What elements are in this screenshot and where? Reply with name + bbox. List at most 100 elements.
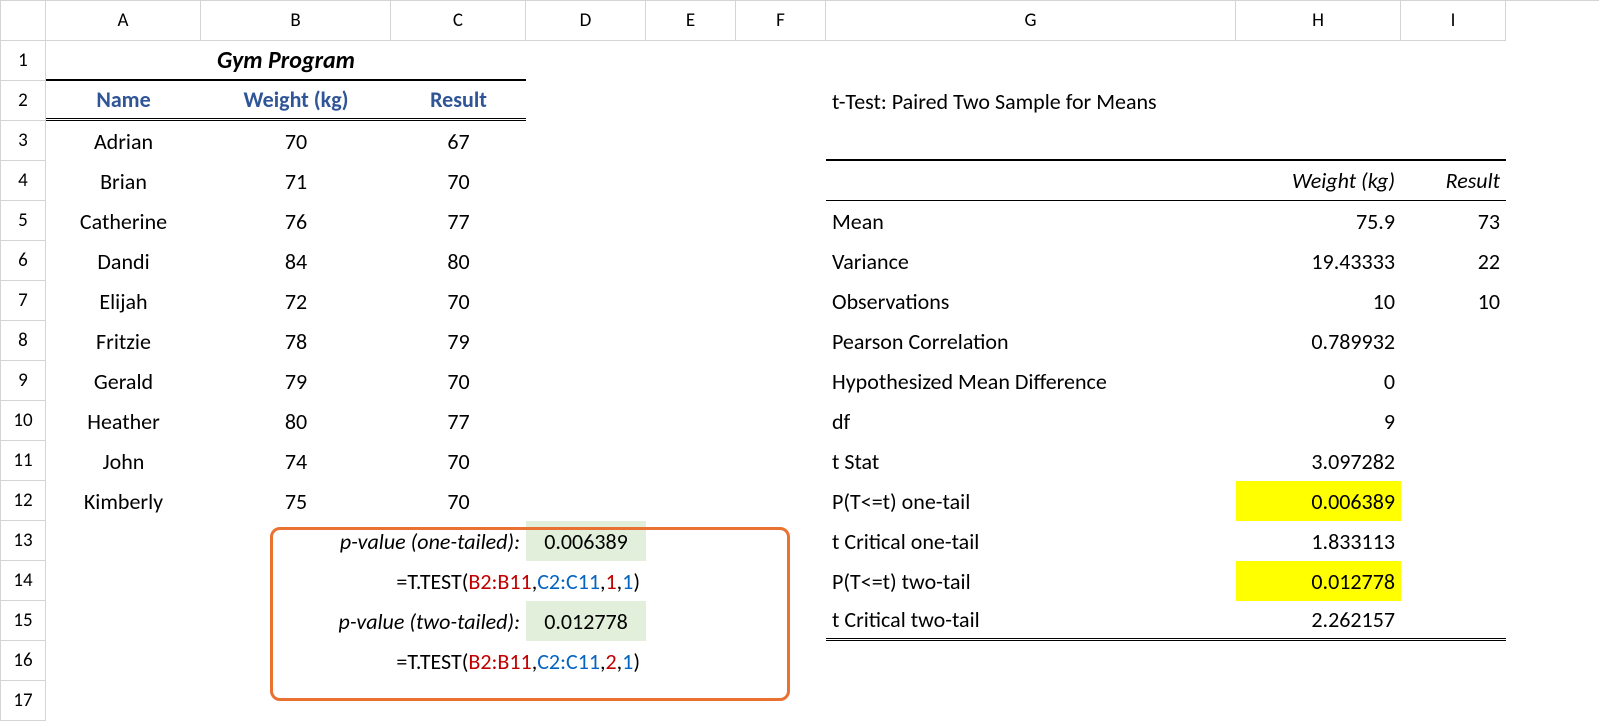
row-header-3[interactable]: 3 (1, 121, 46, 161)
cell-B8[interactable]: 78 (201, 321, 391, 361)
column-header-A[interactable]: A (46, 1, 201, 41)
column-header-F[interactable]: F (736, 1, 826, 41)
cell-E13[interactable] (646, 521, 736, 561)
cell-D13[interactable]: 0.006389 (526, 521, 646, 561)
cell-F1[interactable] (736, 41, 826, 81)
cell-I15[interactable] (1401, 601, 1506, 641)
cell-A16[interactable] (46, 641, 201, 681)
cell-A1[interactable]: Gym Program (46, 41, 526, 81)
cell-E12[interactable] (646, 481, 736, 521)
column-header-B[interactable]: B (201, 1, 391, 41)
cell-D11[interactable] (526, 441, 646, 481)
cell-B5[interactable]: 76 (201, 201, 391, 241)
cell-A6[interactable]: Dandi (46, 241, 201, 281)
cell-F14[interactable] (736, 561, 826, 601)
cell-C3[interactable]: 67 (391, 121, 526, 161)
spreadsheet-grid[interactable]: ABCDEFGHI1Gym Program2NameWeight (kg)Res… (0, 0, 1599, 721)
cell-F15[interactable] (736, 601, 826, 641)
row-header-4[interactable]: 4 (1, 161, 46, 201)
cell-G8[interactable]: Pearson Correlation (826, 321, 1236, 361)
cell-G4[interactable] (826, 161, 1236, 201)
cell-C2[interactable]: Result (391, 81, 526, 121)
cell-D3[interactable] (526, 121, 646, 161)
row-header-16[interactable]: 16 (1, 641, 46, 681)
cell-I8[interactable] (1401, 321, 1506, 361)
cell-G3[interactable] (826, 121, 1236, 161)
cell-E4[interactable] (646, 161, 736, 201)
row-header-7[interactable]: 7 (1, 281, 46, 321)
cell-H7[interactable]: 10 (1236, 281, 1401, 321)
cell-E17[interactable] (646, 681, 736, 721)
cell-I5[interactable]: 73 (1401, 201, 1506, 241)
cell-G17[interactable] (826, 681, 1236, 721)
column-header-C[interactable]: C (391, 1, 526, 41)
row-header-1[interactable]: 1 (1, 41, 46, 81)
cell-G15[interactable]: t Critical two-tail (826, 601, 1236, 641)
cell-F11[interactable] (736, 441, 826, 481)
cell-I9[interactable] (1401, 361, 1506, 401)
cell-H14[interactable]: 0.012778 (1236, 561, 1401, 601)
cell-H15[interactable]: 2.262157 (1236, 601, 1401, 641)
cell-G11[interactable]: t Stat (826, 441, 1236, 481)
cell-D4[interactable] (526, 161, 646, 201)
cell-I2[interactable] (1401, 81, 1506, 121)
cell-A7[interactable]: Elijah (46, 281, 201, 321)
cell-I4[interactable]: Result (1401, 161, 1506, 201)
cell-B16[interactable]: =T.TEST(B2:B11,C2:C11,2,1) (201, 641, 646, 681)
cell-B6[interactable]: 84 (201, 241, 391, 281)
row-header-10[interactable]: 10 (1, 401, 46, 441)
cell-C10[interactable]: 77 (391, 401, 526, 441)
cell-E7[interactable] (646, 281, 736, 321)
cell-C8[interactable]: 79 (391, 321, 526, 361)
cell-D17[interactable] (526, 681, 646, 721)
cell-H16[interactable] (1236, 641, 1401, 681)
cell-E6[interactable] (646, 241, 736, 281)
cell-E11[interactable] (646, 441, 736, 481)
cell-E14[interactable] (646, 561, 736, 601)
select-all-corner[interactable] (1, 1, 46, 41)
cell-I1[interactable] (1401, 41, 1506, 81)
cell-E1[interactable] (646, 41, 736, 81)
cell-D1[interactable] (526, 41, 646, 81)
cell-C4[interactable]: 70 (391, 161, 526, 201)
cell-I17[interactable] (1401, 681, 1506, 721)
cell-E10[interactable] (646, 401, 736, 441)
cell-B13[interactable]: p-value (one-tailed): (201, 521, 526, 561)
cell-F3[interactable] (736, 121, 826, 161)
cell-H1[interactable] (1236, 41, 1401, 81)
cell-D2[interactable] (526, 81, 646, 121)
cell-D7[interactable] (526, 281, 646, 321)
cell-I13[interactable] (1401, 521, 1506, 561)
cell-H3[interactable] (1236, 121, 1401, 161)
cell-G2[interactable]: t-Test: Paired Two Sample for Means (826, 81, 1236, 121)
cell-H13[interactable]: 1.833113 (1236, 521, 1401, 561)
cell-F6[interactable] (736, 241, 826, 281)
column-header-I[interactable]: I (1401, 1, 1506, 41)
cell-H6[interactable]: 19.43333 (1236, 241, 1401, 281)
cell-A5[interactable]: Catherine (46, 201, 201, 241)
cell-H5[interactable]: 75.9 (1236, 201, 1401, 241)
cell-E8[interactable] (646, 321, 736, 361)
cell-F7[interactable] (736, 281, 826, 321)
cell-H11[interactable]: 3.097282 (1236, 441, 1401, 481)
cell-A4[interactable]: Brian (46, 161, 201, 201)
cell-F12[interactable] (736, 481, 826, 521)
cell-A3[interactable]: Adrian (46, 121, 201, 161)
cell-G6[interactable]: Variance (826, 241, 1236, 281)
cell-G16[interactable] (826, 641, 1236, 681)
cell-A9[interactable]: Gerald (46, 361, 201, 401)
cell-F13[interactable] (736, 521, 826, 561)
cell-I16[interactable] (1401, 641, 1506, 681)
cell-G14[interactable]: P(T<=t) two-tail (826, 561, 1236, 601)
cell-E15[interactable] (646, 601, 736, 641)
cell-B15[interactable]: p-value (two-tailed): (201, 601, 526, 641)
row-header-6[interactable]: 6 (1, 241, 46, 281)
cell-I14[interactable] (1401, 561, 1506, 601)
cell-A11[interactable]: John (46, 441, 201, 481)
cell-B9[interactable]: 79 (201, 361, 391, 401)
cell-H17[interactable] (1236, 681, 1401, 721)
cell-B17[interactable] (201, 681, 391, 721)
cell-B14[interactable]: =T.TEST(B2:B11,C2:C11,1,1) (201, 561, 646, 601)
cell-I10[interactable] (1401, 401, 1506, 441)
cell-F8[interactable] (736, 321, 826, 361)
